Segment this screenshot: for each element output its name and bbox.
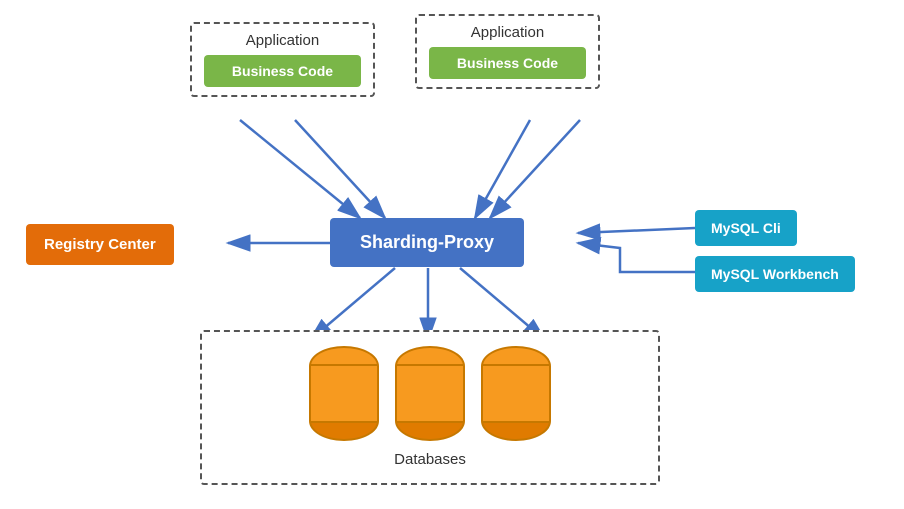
db-body-3: [481, 366, 551, 421]
db-top-3: [481, 346, 551, 366]
registry-center-label: Registry Center: [44, 236, 156, 253]
app1-box: Application Business Code: [190, 22, 375, 97]
databases-container: Databases: [200, 330, 660, 485]
mysql-cli-label: MySQL Cli: [711, 220, 781, 236]
db-bottom-1: [309, 421, 379, 441]
db-body-1: [309, 366, 379, 421]
db-body-2: [395, 366, 465, 421]
sharding-proxy-label: Sharding-Proxy: [360, 232, 494, 252]
mysql-workbench-label: MySQL Workbench: [711, 266, 839, 282]
db-bottom-2: [395, 421, 465, 441]
db-top-2: [395, 346, 465, 366]
db-cylinder-1: [309, 346, 379, 441]
db-cylinders-row: [202, 332, 658, 445]
db-cylinder-3: [481, 346, 551, 441]
mysql-workbench-box: MySQL Workbench: [695, 256, 855, 292]
registry-center-box: Registry Center: [26, 224, 174, 265]
sharding-proxy-box: Sharding-Proxy: [330, 218, 524, 267]
db-bottom-3: [481, 421, 551, 441]
diagram: Application Business Code Application Bu…: [0, 0, 904, 509]
mysql-cli-box: MySQL Cli: [695, 210, 797, 246]
db-top-1: [309, 346, 379, 366]
app2-label: Application: [429, 24, 586, 41]
databases-label: Databases: [202, 451, 658, 468]
db-cylinder-2: [395, 346, 465, 441]
app1-business-code: Business Code: [204, 55, 361, 87]
app2-business-code: Business Code: [429, 47, 586, 79]
app2-box: Application Business Code: [415, 14, 600, 89]
app1-label: Application: [204, 32, 361, 49]
